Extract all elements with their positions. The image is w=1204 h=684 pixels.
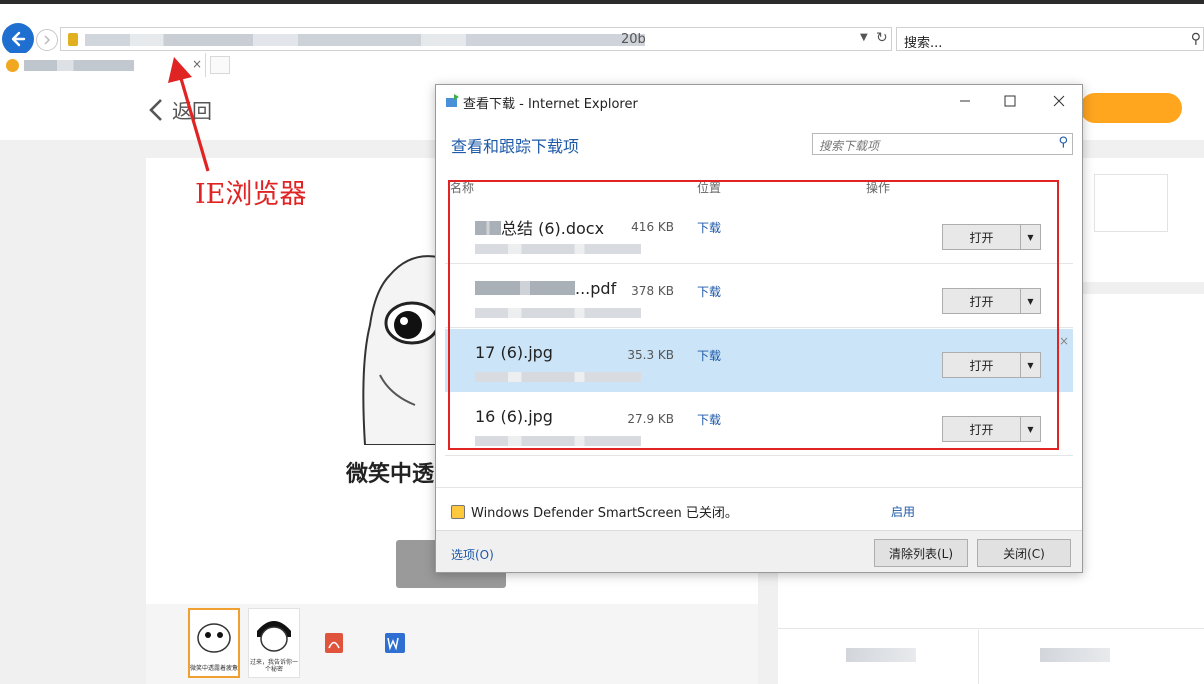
thumbnail-item[interactable] xyxy=(368,608,420,678)
address-bar[interactable]: 20b ▼ ↻ xyxy=(60,27,892,51)
close-window-button[interactable] xyxy=(1036,87,1082,115)
next-page-button-blurred[interactable] xyxy=(1040,648,1110,662)
annotation-label: IE浏览器 xyxy=(195,179,307,210)
dialog-title: 查看下载 - Internet Explorer xyxy=(463,97,638,112)
forward-button[interactable] xyxy=(36,29,58,51)
side-card-box xyxy=(1094,174,1168,232)
thumbnail-caption: 微笑中透露着疲惫 xyxy=(190,665,239,672)
address-url-tail: 20b xyxy=(621,32,646,47)
maximize-button[interactable] xyxy=(987,87,1033,115)
minimize-button[interactable] xyxy=(942,87,988,115)
arrow-left-icon xyxy=(11,31,26,47)
search-icon[interactable]: ⚲ xyxy=(1058,135,1068,150)
tab-favicon xyxy=(6,59,19,72)
highlight-frame xyxy=(448,180,1059,450)
address-url-blurred xyxy=(85,34,645,46)
tab-title-blurred xyxy=(24,60,134,71)
annotation-arrow-icon xyxy=(168,57,210,172)
address-dropdown-icon[interactable]: ▼ xyxy=(860,32,868,43)
meme-thumb-icon xyxy=(197,623,231,653)
prev-page-button-blurred[interactable] xyxy=(846,648,916,662)
meme-thumb-icon xyxy=(257,621,291,652)
close-button[interactable]: 关闭(C) xyxy=(977,539,1071,567)
orange-action-button[interactable] xyxy=(1080,93,1182,123)
pdf-file-icon xyxy=(325,633,343,653)
shield-icon xyxy=(451,504,465,519)
page-headline: 微笑中透 xyxy=(346,462,435,487)
arrow-right-icon xyxy=(44,35,51,45)
refresh-icon[interactable]: ↻ xyxy=(876,30,888,46)
thumbnail-caption: 过来，我告诉你一个秘密 xyxy=(249,659,298,673)
browser-search-placeholder: 搜索... xyxy=(904,36,943,51)
thumbnail-item[interactable] xyxy=(308,608,360,678)
maximize-icon xyxy=(1004,95,1016,107)
side-card-footer-split xyxy=(978,630,979,684)
side-card-footer xyxy=(778,628,1204,684)
clear-list-button[interactable]: 清除列表(L) xyxy=(874,539,968,567)
downloads-search-placeholder: 搜索下载项 xyxy=(819,139,880,153)
search-icon[interactable]: ⚲ xyxy=(1191,31,1201,47)
browser-search-box[interactable]: 搜索... ⚲ xyxy=(896,27,1204,51)
word-file-icon xyxy=(385,633,405,653)
dialog-separator xyxy=(436,487,1082,488)
thumbnail-item[interactable]: 微笑中透露着疲惫 xyxy=(188,608,240,678)
smartscreen-notice: Windows Defender SmartScreen 已关闭。 xyxy=(451,502,738,521)
remove-item-icon[interactable]: × xyxy=(1059,334,1069,348)
options-link[interactable]: 选项(O) xyxy=(451,546,494,563)
thumbnail-item[interactable]: 过来，我告诉你一个秘密 xyxy=(248,608,300,678)
minimize-icon xyxy=(960,100,970,102)
back-button[interactable] xyxy=(2,23,34,55)
ie-downloads-icon xyxy=(446,94,459,107)
downloads-search-input[interactable]: 搜索下载项 ⚲ xyxy=(812,133,1073,155)
dialog-heading: 查看和跟踪下载项 xyxy=(451,137,580,156)
site-icon xyxy=(68,33,78,46)
smartscreen-text: Windows Defender SmartScreen 已关闭。 xyxy=(471,506,738,521)
enable-smartscreen-link[interactable]: 启用 xyxy=(891,503,915,520)
dialog-footer: 选项(O) 清除列表(L) 关闭(C) xyxy=(436,530,1082,572)
close-icon xyxy=(1053,95,1065,107)
